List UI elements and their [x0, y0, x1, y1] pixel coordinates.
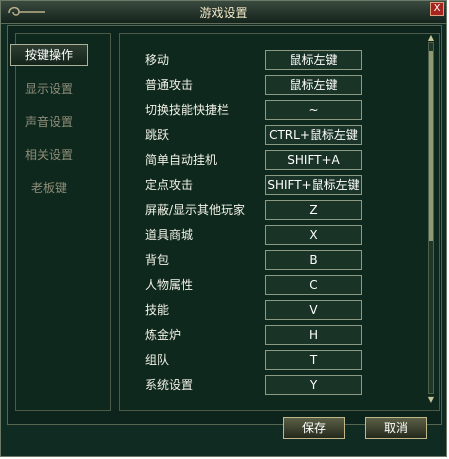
- keybind-key-field[interactable]: X: [265, 225, 362, 245]
- game-settings-window: 游戏设置 X 按键操作 显示设置 声音设置 相关设置 老板键 移动 鼠标左键 普通攻…: [0, 0, 447, 457]
- keybind-key-field[interactable]: B: [265, 250, 362, 270]
- sidebar-item-related-settings[interactable]: 相关设置: [1, 144, 97, 166]
- title-bar[interactable]: 游戏设置 X: [1, 1, 446, 24]
- keybind-action-label: 简单自动挂机: [145, 153, 218, 167]
- keybind-key-field[interactable]: T: [265, 350, 362, 370]
- keybind-action-label: 人物属性: [145, 278, 194, 292]
- keybind-action-label: 切换技能快捷栏: [145, 103, 230, 117]
- keybind-key-field[interactable]: CTRL+鼠标左键: [265, 125, 362, 145]
- keybind-key-field[interactable]: SHIFT+鼠标左键: [265, 175, 362, 195]
- keybind-action-label: 背包: [145, 253, 170, 267]
- keybind-key-field[interactable]: V: [265, 300, 362, 320]
- keybind-action-label: 定点攻击: [145, 178, 194, 192]
- sidebar-item-sound-settings[interactable]: 声音设置: [1, 111, 97, 133]
- keybind-key-field[interactable]: 鼠标左键: [265, 50, 362, 70]
- sidebar-item-boss-key[interactable]: 老板键: [1, 177, 97, 199]
- save-button[interactable]: 保存: [283, 417, 345, 439]
- keybind-key-field[interactable]: H: [265, 325, 362, 345]
- sidebar-item-key-controls[interactable]: 按键操作: [10, 44, 88, 66]
- window-title: 游戏设置: [199, 6, 248, 20]
- keybind-action-label: 普通攻击: [145, 78, 194, 92]
- keybind-key-field[interactable]: C: [265, 275, 362, 295]
- keybind-action-label: 系统设置: [145, 378, 194, 392]
- keybind-action-label: 屏蔽/显示其他玩家: [145, 203, 246, 217]
- keybind-action-label: 跳跃: [145, 128, 170, 142]
- keybind-key-field[interactable]: Y: [265, 375, 362, 395]
- scrollbar-thumb[interactable]: [429, 51, 433, 241]
- keybind-action-label: 移动: [145, 53, 170, 67]
- scroll-up-arrow-icon[interactable]: ▲: [426, 34, 436, 42]
- keybind-action-label: 炼金炉: [145, 328, 182, 342]
- keybind-key-field[interactable]: Z: [265, 200, 362, 220]
- sidebar-item-display-settings[interactable]: 显示设置: [1, 78, 97, 100]
- keybind-action-label: 道具商城: [145, 228, 194, 242]
- cancel-button[interactable]: 取消: [365, 417, 427, 439]
- keybind-key-field[interactable]: ~: [265, 100, 362, 120]
- keybind-action-label: 技能: [145, 303, 170, 317]
- keybind-key-field[interactable]: SHIFT+A: [265, 150, 362, 170]
- keybind-key-field[interactable]: 鼠标左键: [265, 75, 362, 95]
- keybind-action-label: 组队: [145, 353, 170, 367]
- close-button[interactable]: X: [430, 2, 444, 16]
- scroll-down-arrow-icon[interactable]: ▼: [426, 396, 436, 404]
